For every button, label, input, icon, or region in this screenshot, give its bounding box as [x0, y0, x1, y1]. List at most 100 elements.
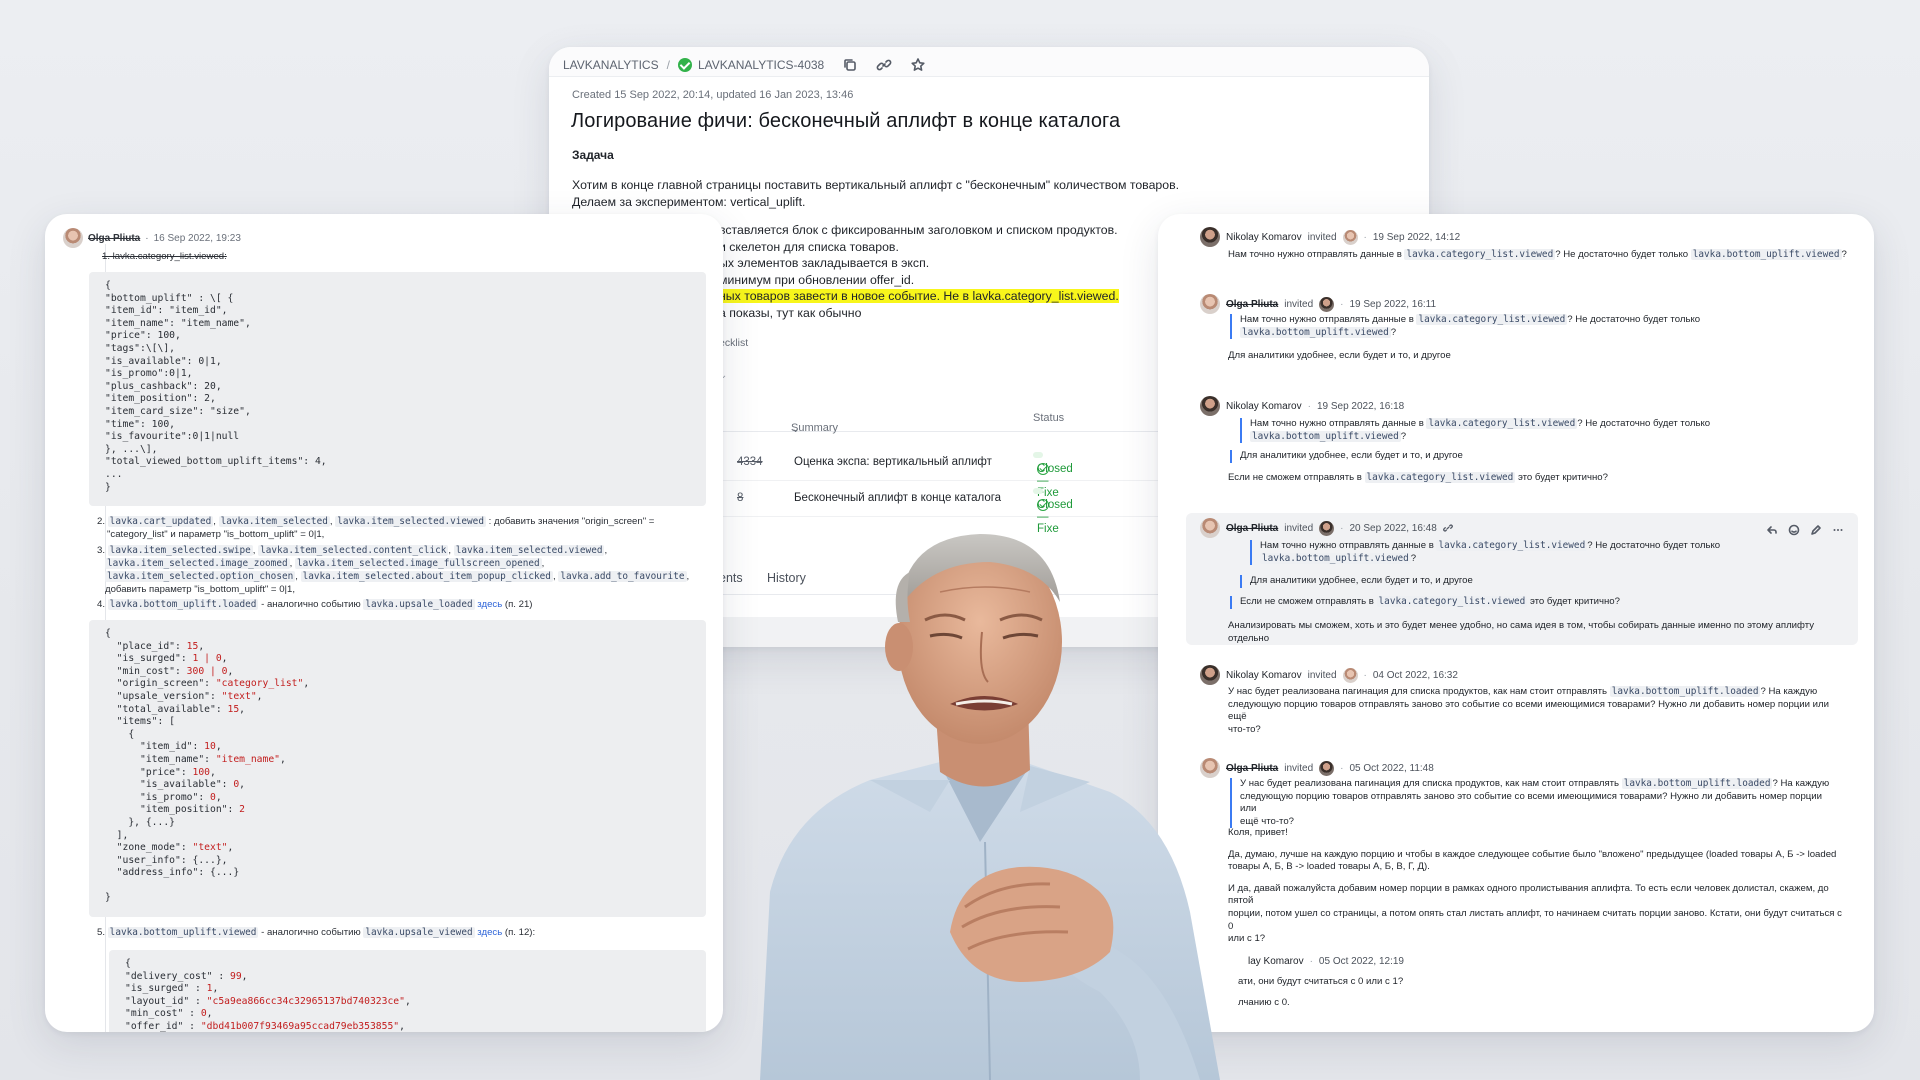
breadcrumb-issue[interactable]: LAVKANALYTICS-4038	[677, 57, 825, 72]
code-line: "item_position": 2,	[105, 393, 216, 405]
comment-body: Коля, привет! Да, думаю, лучше на каждую…	[1228, 827, 1842, 945]
code-line: {	[125, 958, 131, 969]
code-line: "is_surged": 1 | 0,	[116, 653, 228, 665]
avatar[interactable]	[1319, 296, 1335, 312]
code-line: "item_id": 10,	[140, 741, 222, 753]
code-block: {"bottom_uplift" : \[ {"item_id": "item_…	[89, 272, 706, 506]
comment-body: Если не сможем отправлять в lavka.catego…	[1228, 472, 1608, 483]
copy-icon[interactable]	[842, 57, 858, 73]
breadcrumb-queue[interactable]: LAVKANALYTICS	[563, 58, 659, 72]
comment-body: Анализировать мы сможем, хоть и это буде…	[1228, 620, 1815, 644]
code-line: "min_cost" : 0,	[125, 1008, 213, 1020]
code-line: "total_viewed_bottom_uplift_items": 4,	[105, 456, 327, 468]
code-line: "upsale_version": "text",	[116, 690, 263, 702]
comment-header: Nikolay Komarov · 19 Sep 2022, 16:18	[1200, 396, 1404, 416]
issue-meta: Created 15 Sep 2022, 20:14, updated 16 J…	[572, 89, 854, 101]
list-item: 3. lavka.item_selected.swipe, lavka.item…	[97, 545, 690, 595]
comment-date: 19 Sep 2022, 16:11	[1349, 298, 1437, 310]
code-line: "time": 100,	[105, 418, 175, 430]
code-line: "bottom_uplift" : \[ {	[105, 292, 234, 304]
status-badge: Closed — Fixe	[1033, 452, 1073, 499]
edit-icon[interactable]	[1810, 524, 1822, 536]
avatar[interactable]	[63, 228, 83, 248]
description-line: Хотим в конце главной страницы поставить…	[572, 178, 1180, 192]
reply-icon[interactable]	[1766, 524, 1778, 536]
star-icon[interactable]	[910, 57, 926, 73]
link-icon[interactable]	[876, 57, 892, 73]
code-line: "tags":\[\],	[105, 342, 175, 354]
checklist-label[interactable]: ecklist	[719, 337, 748, 349]
avatar[interactable]	[1319, 520, 1335, 536]
avatar[interactable]	[1342, 229, 1358, 245]
section-heading: Задача	[572, 148, 614, 162]
avatar[interactable]	[1319, 760, 1335, 776]
comment-header: Olga Pliuta invited · 19 Sep 2022, 16:11	[1200, 294, 1436, 314]
avatar[interactable]	[1342, 667, 1358, 683]
code-line: "layout_id" : "c5a9ea866cc34c32965137bd7…	[125, 995, 411, 1007]
avatar[interactable]	[1200, 294, 1220, 314]
comment-body: Нам точно нужно отправлять данные в lavk…	[1228, 249, 1847, 260]
comment-body: У нас будет реализована пагинация для сп…	[1228, 686, 1829, 735]
code-line: }	[105, 481, 111, 493]
code-line: }, {...}	[105, 816, 175, 828]
linked-issue-summary[interactable]: Бесконечный аплифт в конце каталога	[794, 492, 1001, 504]
comment-date: 05 Oct 2022, 11:48	[1349, 762, 1434, 774]
code-line: "zone_mode": "text",	[116, 842, 234, 854]
code-block: {"delivery_cost" : 99, "is_surged" : 1, "l…	[109, 950, 706, 1032]
code-line: {	[105, 280, 111, 291]
code-line: "item_name": "item_name",	[105, 317, 251, 329]
code-line: "is_favourite":0|1|null	[105, 431, 240, 443]
code-line: "total_available": 15,	[116, 703, 246, 715]
comment-quote: У нас будет реализована пагинация для сп…	[1230, 778, 1830, 829]
code-line: "item_card_size": "size",	[105, 405, 251, 417]
code-line: "is_promo":0|1,	[105, 368, 193, 380]
comment-quote: Если не сможем отправлять в lavka.catego…	[1230, 596, 1830, 609]
man-clutching-chest-photo	[760, 534, 1220, 1080]
author-name[interactable]: Olga Pliuta	[1226, 299, 1278, 310]
issue-key: LAVKANALYTICS-4038	[697, 57, 825, 72]
linked-issue-key[interactable]: 8	[737, 492, 743, 504]
code-line: "price": 100,	[140, 766, 216, 778]
comment-date: 19 Sep 2022, 14:12	[1372, 231, 1461, 243]
linked-issue-summary[interactable]: Оценка экспа: вертикальный аплифт	[794, 456, 992, 468]
code-line: "delivery_cost" : 99,	[125, 970, 248, 982]
link[interactable]: здесь	[477, 599, 502, 610]
avatar[interactable]	[1200, 396, 1220, 416]
highlighted-line: ных товаров завести в новое событие. Не …	[719, 289, 1119, 303]
link[interactable]: здесь	[477, 927, 502, 938]
comment-header: Olga Pliuta · 16 Sep 2022, 19:23	[63, 228, 241, 248]
description-line: Делаем за экспериментом: vertical_uplift…	[572, 194, 806, 209]
comment-header: Nikolay Komarov invited · 19 Sep 2022, 1…	[1200, 227, 1460, 247]
author-name[interactable]: Olga Pliuta	[88, 233, 140, 244]
comment-quote: Нам точно нужно отправлять данные в lavk…	[1250, 540, 1830, 566]
code-line: "user_info": {...},	[116, 854, 228, 866]
comment-date: 05 Oct 2022, 12:19	[1318, 956, 1404, 967]
code-line: "is_available": 0|1,	[105, 355, 222, 367]
code-line: "is_surged" : 1,	[125, 983, 219, 995]
link-icon[interactable]	[1442, 523, 1453, 533]
code-block: { "place_id": 15, "is_surged": 1 | 0, "m…	[89, 620, 706, 917]
code-line: "min_cost": 300 | 0,	[116, 665, 234, 677]
comment-quote: Для аналитики удобнее, если будет и то, …	[1240, 575, 1830, 588]
status-badge: Closed — Fixe	[1033, 488, 1073, 535]
sort-chevron-icon: ⌄	[791, 423, 801, 435]
linked-issue-key[interactable]: 4334	[737, 456, 763, 468]
author-name[interactable]: Nikolay Komarov	[1226, 232, 1302, 243]
author-name[interactable]: Nikolay Komarov	[1226, 401, 1302, 412]
comment-date: 20 Sep 2022, 16:48	[1349, 522, 1437, 534]
code-line: "item_id": "item_id",	[105, 305, 228, 317]
list-item: 1. lavka.category_list.viewed:	[102, 251, 227, 262]
emoji-icon[interactable]	[1788, 524, 1800, 536]
resolved-status-icon	[677, 57, 692, 72]
code-line: ],	[105, 829, 129, 841]
more-icon[interactable]	[1832, 524, 1844, 536]
comment-body: Для аналитики удобнее, если будет и то, …	[1228, 350, 1451, 361]
code-line: "plus_cashback": 20,	[105, 380, 222, 392]
list-item: 2. lavka.cart_updated, lavka.item_select…	[97, 516, 655, 540]
code-line: "is_available": 0,	[140, 779, 246, 791]
column-status[interactable]: Status	[1033, 412, 1064, 424]
issue-title: Логирование фичи: бесконечный аплифт в к…	[571, 110, 1121, 132]
code-line: "address_info": {...}	[116, 867, 240, 879]
avatar[interactable]	[1200, 227, 1220, 247]
code-line: }	[105, 892, 111, 904]
